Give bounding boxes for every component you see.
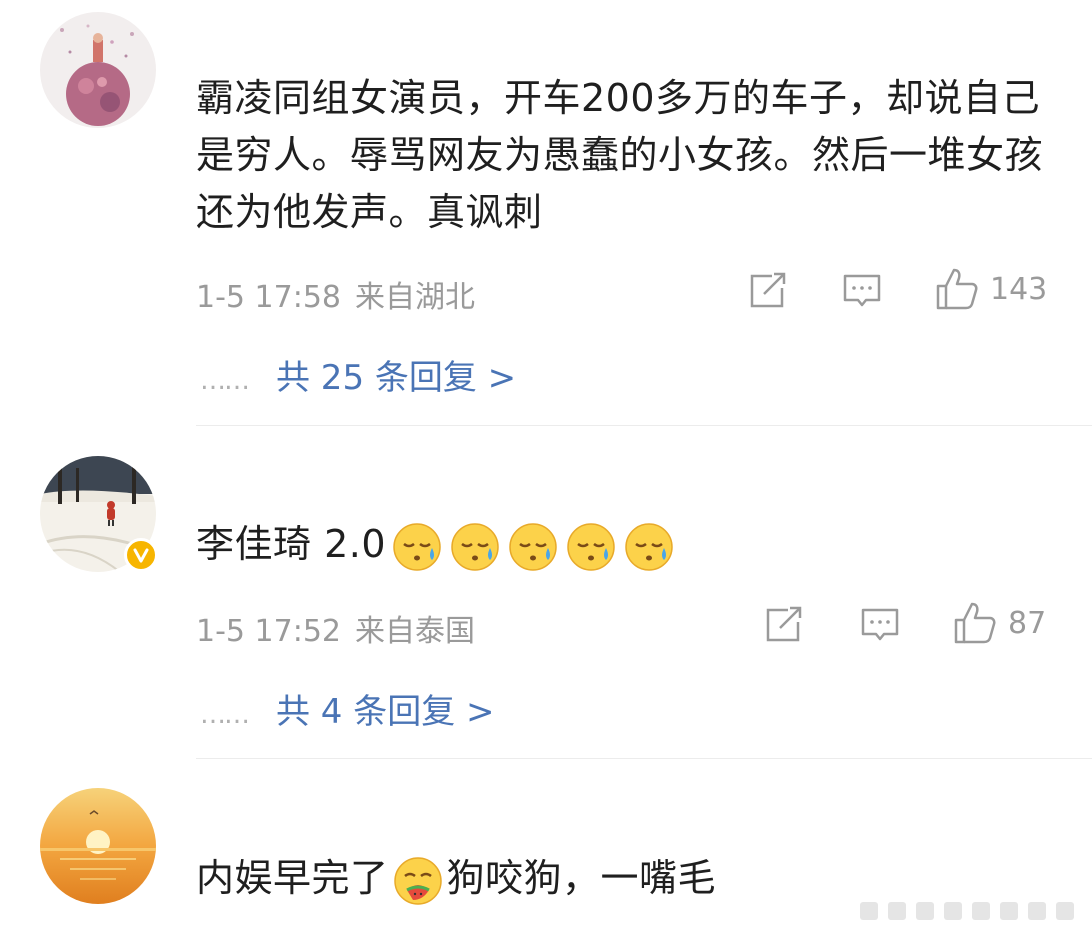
watermark-pattern — [860, 902, 1074, 920]
replies-dots: …… — [200, 366, 250, 396]
like-count: 87 — [1008, 605, 1047, 641]
comment-feed: 霸凌同组女演员，开车200多万的车子，却说自己是穷人。辱骂网友为愚蠢的小女孩。然… — [0, 0, 1092, 932]
sweat-face-icon — [567, 522, 615, 571]
thumbs-up-icon — [936, 268, 978, 310]
sweat-face-icon — [451, 522, 499, 571]
comment-text-before: 内娱早完了 — [196, 856, 389, 900]
replies-label: 共 4 条回复 > — [276, 692, 495, 732]
emoji-row — [392, 522, 674, 572]
like-count: 143 — [990, 271, 1048, 307]
view-replies-link[interactable]: …… 共 4 条回复 > — [200, 684, 495, 733]
comment-text: 内娱早完了 狗咬狗，一嘴毛 — [196, 850, 1066, 907]
comment-meta: 1-5 17:58 来自湖北 — [196, 272, 475, 316]
view-replies-link[interactable]: …… 共 25 条回复 > — [200, 350, 516, 399]
sweat-face-icon — [509, 522, 557, 571]
verified-icon — [133, 548, 149, 563]
comment-region: 来自泰国 — [355, 614, 475, 649]
share-button[interactable] — [748, 272, 788, 310]
like-button[interactable]: 143 — [934, 266, 1047, 312]
replies-label: 共 25 条回复 > — [276, 358, 517, 398]
comment-button[interactable] — [860, 606, 900, 644]
divider — [196, 425, 1092, 426]
comment-text: 李佳琦 2.0 — [196, 516, 1066, 573]
username-redacted — [196, 788, 616, 836]
sweat-face-icon — [625, 522, 673, 571]
comment-time: 1-5 17:52 — [196, 614, 341, 649]
username-redacted — [196, 455, 616, 503]
comment-icon — [843, 274, 881, 307]
comment-text-after: 狗咬狗，一嘴毛 — [446, 856, 717, 900]
comment-button[interactable] — [842, 272, 882, 310]
share-icon — [750, 272, 786, 308]
comment-time: 1-5 17:58 — [196, 280, 341, 315]
like-button[interactable]: 87 — [952, 600, 1046, 646]
comment-region: 来自湖北 — [355, 280, 475, 315]
share-button[interactable] — [764, 606, 804, 644]
share-icon — [766, 606, 802, 642]
divider — [196, 758, 1092, 759]
comment-text-content: 李佳琦 2.0 — [196, 522, 387, 566]
avatar[interactable] — [40, 12, 156, 128]
sweat-face-icon — [393, 522, 441, 571]
eating-face-icon — [393, 856, 442, 905]
replies-dots: …… — [200, 700, 250, 730]
avatar[interactable] — [40, 788, 156, 904]
comment-meta: 1-5 17:52 来自泰国 — [196, 606, 475, 650]
comment-icon — [861, 608, 899, 641]
thumbs-up-icon — [954, 602, 996, 644]
verified-badge — [124, 538, 158, 572]
comment-text: 霸凌同组女演员，开车200多万的车子，却说自己是穷人。辱骂网友为愚蠢的小女孩。然… — [196, 76, 1044, 234]
